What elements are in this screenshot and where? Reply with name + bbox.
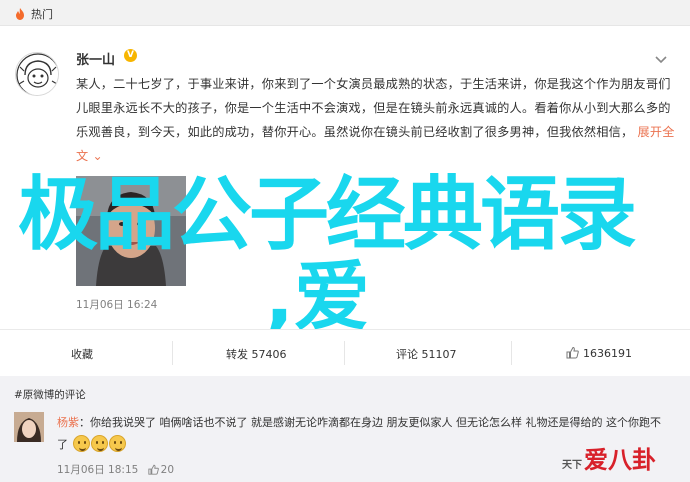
comment-button[interactable]: 评论 51107 [396,346,457,362]
smile-emoji-icon [108,435,126,452]
topic-label[interactable]: 热门 [31,6,53,22]
fire-icon [13,6,27,25]
comment-avatar[interactable] [14,412,44,442]
like-button[interactable]: 1636191 [566,346,632,362]
avatar[interactable] [15,52,59,96]
smile-emoji-icon [72,435,90,452]
overlay-title: 极品公子经典语录 [18,168,637,261]
smile-emoji-icon [90,435,108,452]
thumb-up-icon [566,346,579,362]
post-text: 某人，二十七岁了，于事业来讲，你来到了一个女演员最成熟的状态，于生活来讲，你是我… [76,72,676,168]
like-small-icon[interactable] [148,464,159,478]
divider [344,341,345,365]
verified-badge: V [124,49,137,62]
comment-meta: 11月06日 18:15 20 [57,462,174,478]
collect-button[interactable]: 收藏 [71,346,93,362]
comment-like-count: 20 [160,464,175,476]
chevron-down-icon[interactable] [654,50,668,69]
comment-user[interactable]: 杨紫 [57,416,79,429]
comment-time: 11月06日 18:15 [57,464,139,476]
comments-header: #原微博的评论 [14,389,86,401]
watermark-small: 天下 [562,460,582,471]
like-count: 1636191 [583,347,632,360]
divider [172,341,173,365]
post-author[interactable]: 张一山 [76,49,115,68]
top-bar: 热门 [0,0,690,26]
post-timestamp[interactable]: 11月06日 16:24 [76,297,157,312]
repost-button[interactable]: 转发 57406 [226,346,287,362]
post-body: 某人，二十七岁了，于事业来讲，你来到了一个女演员最成熟的状态，于生活来讲，你是我… [76,77,671,139]
divider [511,341,512,365]
watermark-logo: 天下爱八卦 [562,446,656,480]
watermark-big: 爱八卦 [584,446,656,474]
action-bar: 收藏 转发 57406 评论 51107 1636191 [0,329,690,375]
